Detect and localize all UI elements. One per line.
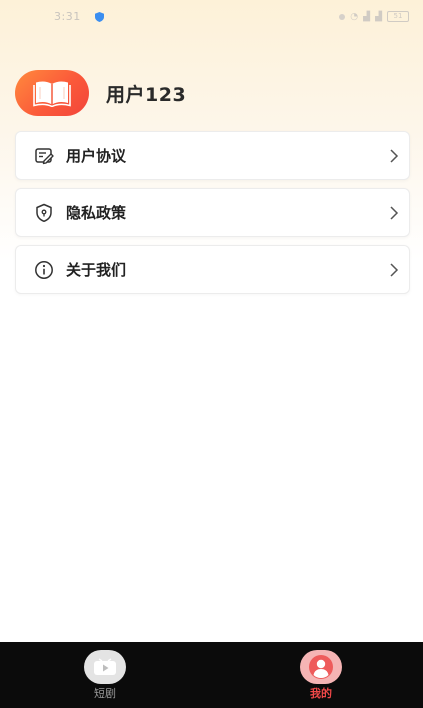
shield-status-icon	[95, 12, 104, 22]
status-time: 3:31	[54, 10, 81, 23]
chevron-right-icon	[390, 205, 399, 220]
signal-icon: ▟	[363, 11, 371, 22]
menu-item-about-us[interactable]: 关于我们	[15, 245, 410, 294]
info-icon	[33, 259, 55, 281]
status-indicators: ◔ ▟ ▟ 51	[339, 11, 409, 22]
status-bar: 3:31 ◔ ▟ ▟ 51	[0, 0, 423, 34]
notification-dot-icon	[339, 13, 346, 20]
user-icon	[300, 650, 342, 684]
tab-label: 短剧	[94, 687, 116, 700]
bottom-nav: 短剧 我的	[0, 642, 423, 708]
open-book-icon	[33, 81, 71, 107]
settings-menu: 用户协议 隐私政策 关于我们	[15, 131, 410, 302]
tab-short-drama[interactable]: 短剧	[65, 650, 145, 701]
battery-icon: 51	[387, 11, 409, 22]
shield-icon	[33, 202, 55, 224]
tab-mine[interactable]: 我的	[281, 650, 361, 701]
menu-item-label: 用户协议	[66, 147, 127, 165]
menu-item-privacy-policy[interactable]: 隐私政策	[15, 188, 410, 237]
menu-item-label: 关于我们	[66, 261, 127, 279]
tab-label: 我的	[310, 687, 332, 700]
document-edit-icon	[33, 145, 55, 167]
profile-header: 用户123	[15, 70, 186, 116]
username: 用户123	[106, 83, 187, 106]
chevron-right-icon	[390, 262, 399, 277]
menu-item-label: 隐私政策	[66, 204, 127, 222]
menu-item-user-agreement[interactable]: 用户协议	[15, 131, 410, 180]
chevron-right-icon	[390, 148, 399, 163]
signal-icon-2: ▟	[375, 11, 382, 22]
video-play-icon	[84, 650, 126, 684]
page-background: 3:31 ◔ ▟ ▟ 51 用户123 用户协议 隐私政策 关于我们	[0, 0, 423, 642]
wifi-icon: ◔	[350, 11, 359, 22]
avatar[interactable]	[15, 70, 89, 116]
